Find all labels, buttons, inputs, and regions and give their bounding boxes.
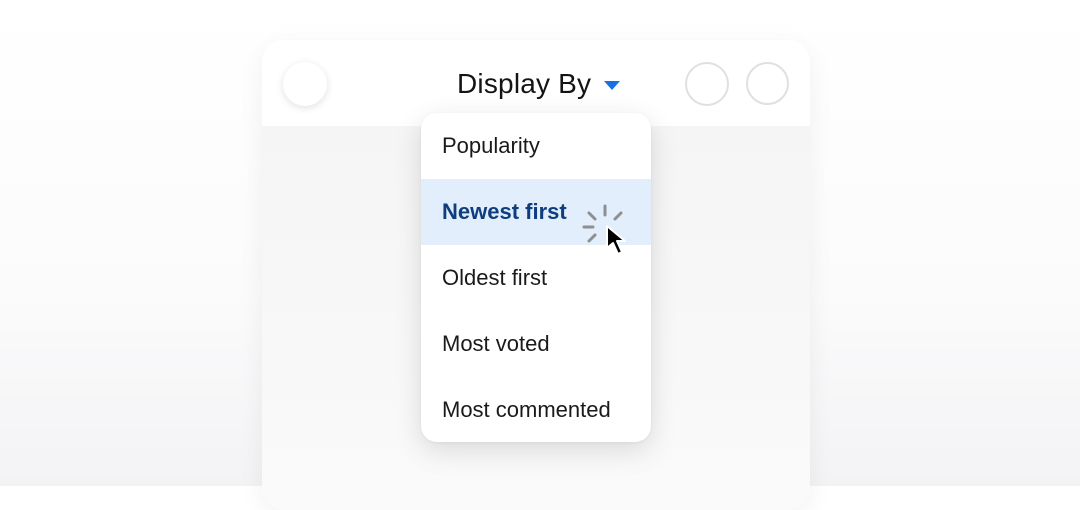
caret-down-icon [604,80,621,90]
menu-item-label: Newest first [442,199,567,224]
menu-item-label: Oldest first [442,265,548,290]
right-circle-icon-2[interactable] [746,62,789,105]
left-circle-icon[interactable] [283,62,327,106]
menu-item-label: Most commented [442,397,611,422]
display-by-menu: Popularity Newest first Oldest first Mos… [421,113,651,442]
menu-item-label: Most voted [442,331,550,356]
right-circle-icon-1[interactable] [685,62,729,106]
menu-item-most-voted[interactable]: Most voted [421,311,651,377]
menu-item-most-commented[interactable]: Most commented [421,377,651,442]
menu-item-oldest-first[interactable]: Oldest first [421,245,651,311]
menu-item-popularity[interactable]: Popularity [421,113,651,179]
menu-item-newest-first[interactable]: Newest first [421,179,651,245]
menu-item-label: Popularity [442,133,540,158]
display-by-label: Display By [457,68,592,99]
display-by-dropdown-toggle[interactable]: Display By [457,66,621,102]
